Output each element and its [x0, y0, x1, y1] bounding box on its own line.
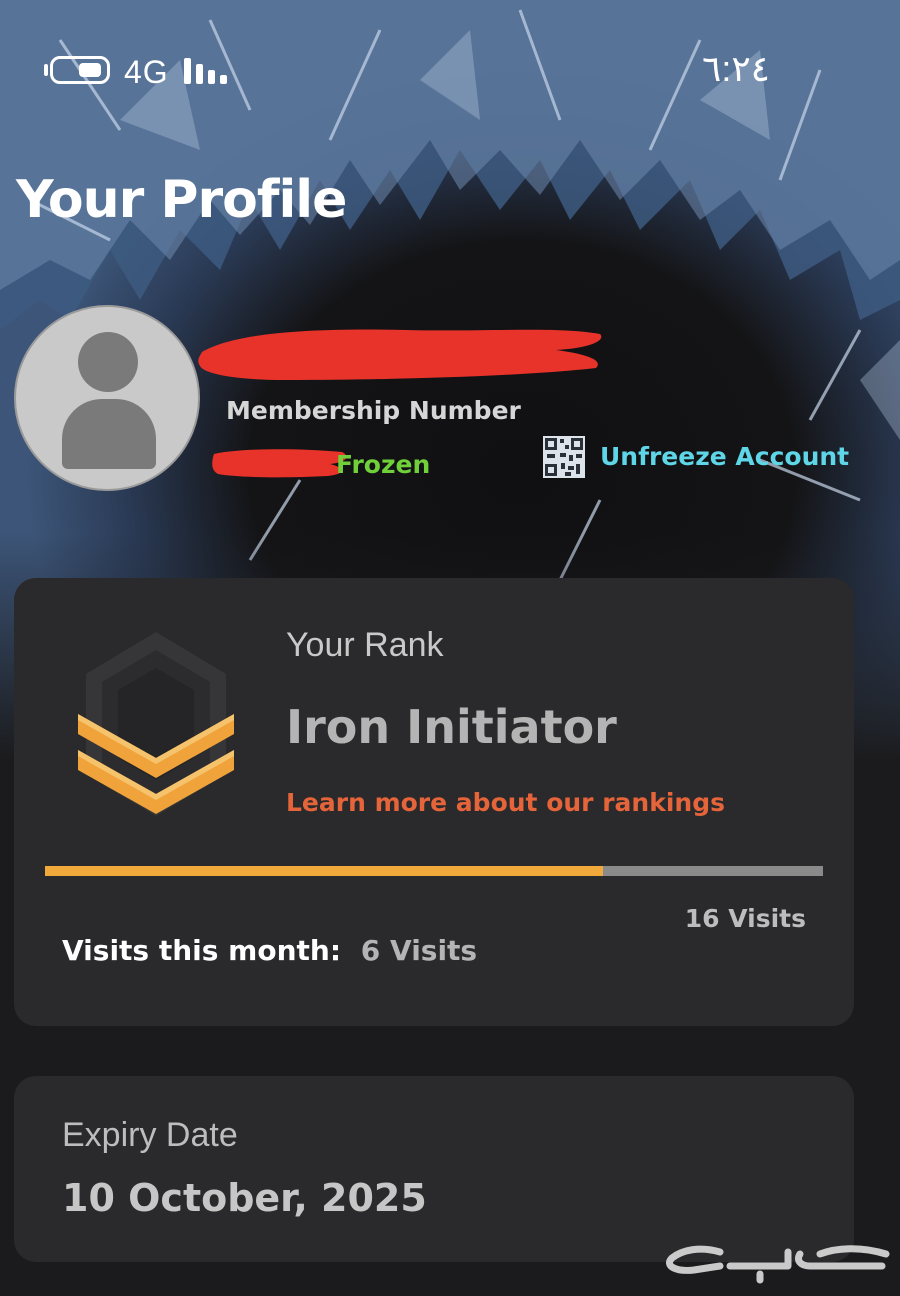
- account-status: Frozen: [336, 450, 431, 479]
- redaction-mark-number: [212, 449, 347, 478]
- qr-code-icon[interactable]: [543, 436, 585, 478]
- rank-card: Your Rank Iron Initiator Learn more abou…: [14, 578, 854, 1026]
- page-title: Your Profile: [16, 170, 347, 230]
- rankings-info-link[interactable]: Learn more about our rankings: [286, 788, 725, 817]
- network-type: 4G: [124, 54, 169, 90]
- visits-progress-fill: [45, 866, 603, 876]
- avatar-head: [78, 332, 138, 392]
- unfreeze-account-link[interactable]: Unfreeze Account: [600, 442, 849, 471]
- avatar-body: [62, 399, 156, 469]
- avatar[interactable]: [14, 305, 200, 491]
- battery-cap: [44, 64, 48, 76]
- expiry-card: Expiry Date 10 October, 2025: [14, 1076, 854, 1262]
- battery-icon: [50, 56, 110, 84]
- rank-name: Iron Initiator: [286, 700, 617, 754]
- signal-icon: [184, 58, 234, 84]
- rank-label: Your Rank: [286, 626, 444, 664]
- status-time: ٦:٢٤: [701, 48, 770, 89]
- expiry-label: Expiry Date: [62, 1116, 238, 1154]
- visits-this-month: Visits this month: 6 Visits: [62, 934, 477, 967]
- visits-label: Visits this month:: [62, 934, 342, 967]
- goal-visits: 16 Visits: [684, 904, 806, 933]
- status-bar: 4G ٦:٢٤: [0, 0, 900, 140]
- visits-progress-bar: [45, 866, 823, 876]
- redaction-mark-name: [198, 329, 602, 380]
- rank-badge-icon: [78, 632, 234, 816]
- membership-number-label: Membership Number: [226, 396, 521, 425]
- expiry-date: 10 October, 2025: [62, 1176, 427, 1220]
- haraj-watermark-logo: [666, 1245, 890, 1284]
- visits-value: 6 Visits: [360, 934, 478, 967]
